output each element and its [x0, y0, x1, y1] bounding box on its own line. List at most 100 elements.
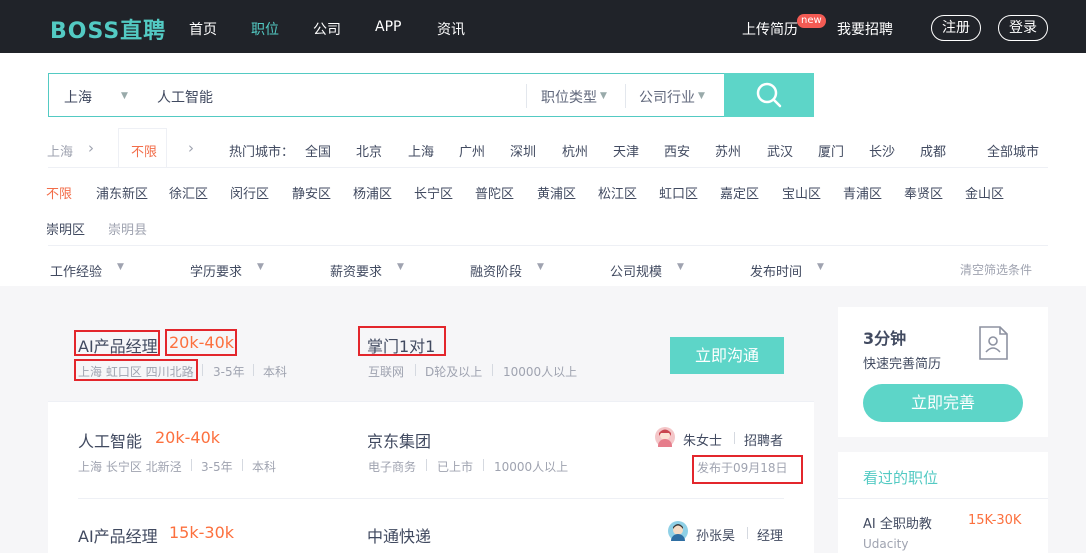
top-nav: BOSS直聘 首页 职位 公司 APP 资讯 上传简历 new 我要招聘 注册 …	[0, 0, 1086, 53]
divider	[734, 432, 735, 444]
industry-select[interactable]: 公司行业	[639, 87, 695, 107]
city-item[interactable]: 北京	[356, 141, 382, 160]
filter-funding[interactable]: 融资阶段	[470, 261, 522, 280]
highlight-box	[165, 329, 237, 356]
city-item[interactable]: 武汉	[767, 141, 793, 160]
divider	[625, 84, 626, 108]
city-unlimited[interactable]: 不限	[131, 141, 157, 160]
recruiter-name: 孙张昊	[696, 529, 736, 544]
district-item[interactable]: 黄浦区	[537, 183, 576, 202]
divider	[492, 364, 493, 376]
district-item[interactable]: 闵行区	[230, 183, 269, 202]
login-button[interactable]: 登录	[998, 15, 1048, 41]
job-experience: 3-5年	[213, 365, 245, 379]
hot-cities-label: 热门城市：	[229, 145, 295, 160]
company-size: 10000人以上	[503, 365, 578, 379]
nav-news[interactable]: 资讯	[437, 19, 465, 39]
divider	[526, 84, 527, 108]
filter-education[interactable]: 学历要求	[190, 261, 242, 280]
company-name[interactable]: 中通快递	[367, 523, 431, 547]
city-item[interactable]: 深圳	[510, 141, 536, 160]
company-industry: 互联网	[368, 365, 405, 379]
search-input[interactable]: 人工智能	[157, 87, 213, 107]
company-stage: D轮及以上	[425, 365, 483, 379]
company-stage: 已上市	[437, 460, 474, 474]
highlight-box	[358, 326, 446, 356]
complete-resume-button[interactable]: 立即完善	[863, 384, 1023, 422]
highlight-box	[74, 330, 160, 356]
job-title[interactable]: 人工智能	[78, 428, 142, 452]
chevron-down-icon: ▼	[537, 262, 544, 272]
divider	[426, 459, 427, 471]
search-button[interactable]	[724, 73, 814, 117]
job-location: 上海 长宁区 北新泾	[78, 460, 182, 474]
city-item[interactable]: 厦门	[818, 141, 844, 160]
city-item[interactable]: 成都	[920, 141, 946, 160]
divider	[747, 527, 748, 539]
chevron-right-icon: ›	[188, 139, 194, 157]
current-city[interactable]: 上海	[47, 141, 73, 160]
city-item[interactable]: 天津	[613, 141, 639, 160]
chevron-down-icon: ▼	[677, 262, 684, 272]
district-unlimited[interactable]: 不限	[46, 183, 72, 202]
company-name[interactable]: 京东集团	[367, 428, 431, 452]
filter-experience[interactable]: 工作经验	[50, 261, 102, 280]
district-item[interactable]: 松江区	[598, 183, 637, 202]
city-item[interactable]: 杭州	[562, 141, 588, 160]
city-item[interactable]: 上海	[408, 141, 434, 160]
district-item[interactable]: 浦东新区	[96, 183, 148, 202]
register-button[interactable]: 注册	[931, 15, 981, 41]
viewed-job-salary: 15K-30K	[968, 513, 1022, 528]
recruit-link[interactable]: 我要招聘	[837, 19, 893, 39]
highlight-box	[692, 455, 803, 484]
job-type-select[interactable]: 职位类型	[541, 87, 597, 107]
district-item[interactable]: 崇明区	[46, 219, 85, 238]
city-item[interactable]: 广州	[459, 141, 485, 160]
divider	[48, 245, 1048, 246]
chevron-down-icon: ▼	[698, 91, 705, 101]
district-item[interactable]: 普陀区	[475, 183, 514, 202]
city-item[interactable]: 全国	[305, 141, 331, 160]
nav-home[interactable]: 首页	[189, 19, 217, 39]
divider	[838, 498, 1048, 499]
nav-app[interactable]: APP	[375, 19, 401, 35]
district-item[interactable]: 静安区	[292, 183, 331, 202]
filter-company-size[interactable]: 公司规模	[610, 261, 662, 280]
district-item[interactable]: 奉贤区	[904, 183, 943, 202]
nav-company[interactable]: 公司	[313, 19, 341, 39]
viewed-job-title[interactable]: AI 全职助教	[863, 513, 932, 532]
resume-minutes: 3分钟	[863, 329, 907, 348]
recruiter-avatar	[668, 521, 688, 548]
district-item[interactable]: 金山区	[965, 183, 1004, 202]
district-item[interactable]: 嘉定区	[720, 183, 759, 202]
job-experience: 3-5年	[201, 460, 233, 474]
nav-jobs[interactable]: 职位	[251, 19, 279, 39]
recruiter-role: 经理	[757, 529, 784, 544]
district-item[interactable]: 青浦区	[843, 183, 882, 202]
divider	[48, 401, 814, 402]
divider	[253, 364, 254, 376]
district-item[interactable]: 徐汇区	[169, 183, 208, 202]
district-item[interactable]: 虹口区	[659, 183, 698, 202]
upload-resume-link[interactable]: 上传简历	[742, 19, 798, 39]
district-item[interactable]: 长宁区	[414, 183, 453, 202]
recruiter-avatar	[655, 427, 675, 453]
job-title[interactable]: AI产品经理	[78, 523, 158, 547]
city-select[interactable]: 上海	[64, 87, 92, 107]
city-item[interactable]: 西安	[664, 141, 690, 160]
all-cities-link[interactable]: 全部城市	[987, 141, 1039, 160]
recruiter-role: 招聘者	[744, 434, 784, 449]
chat-now-button[interactable]: 立即沟通	[670, 337, 784, 374]
city-item[interactable]: 苏州	[715, 141, 741, 160]
district-item[interactable]: 崇明县	[108, 219, 147, 238]
boss-logo[interactable]: BOSS直聘	[50, 13, 166, 45]
filter-post-time[interactable]: 发布时间	[750, 261, 802, 280]
chevron-down-icon: ▼	[600, 91, 607, 101]
district-item[interactable]: 杨浦区	[353, 183, 392, 202]
filter-salary[interactable]: 薪资要求	[330, 261, 382, 280]
chevron-down-icon: ▼	[817, 262, 824, 272]
chevron-down-icon: ▼	[257, 262, 264, 272]
city-item[interactable]: 长沙	[869, 141, 895, 160]
district-item[interactable]: 宝山区	[782, 183, 821, 202]
clear-filters-link[interactable]: 清空筛选条件	[960, 261, 1032, 278]
